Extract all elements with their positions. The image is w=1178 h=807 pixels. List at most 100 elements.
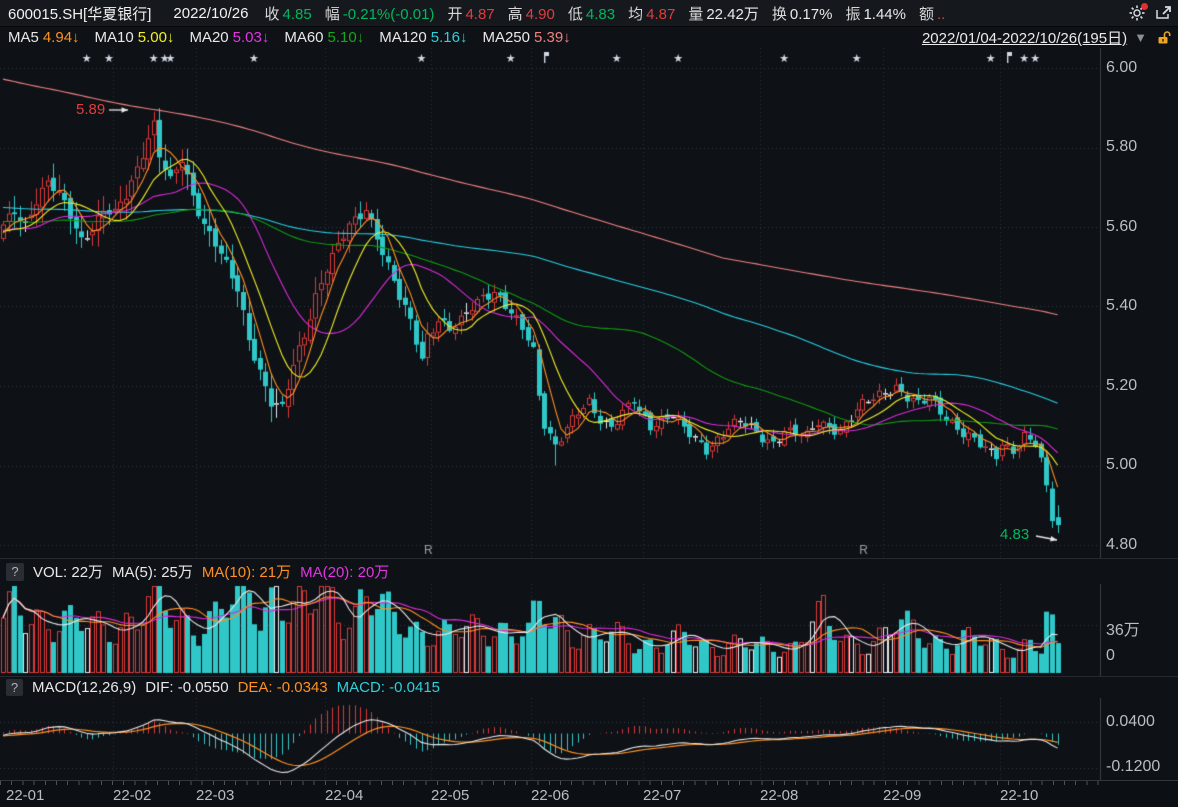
ma-legend-item: MA105.00↓ xyxy=(95,29,175,46)
volume-axis-zero: 0 xyxy=(1106,647,1115,665)
unlock-icon[interactable] xyxy=(1154,29,1172,47)
macd-axis-bottom: -0.1200 xyxy=(1106,758,1160,776)
month-label: 22-06 xyxy=(531,787,569,804)
ma-value: 5.39↓ xyxy=(534,29,571,46)
month-label: 22-08 xyxy=(760,787,798,804)
ma-label: MA60 xyxy=(284,29,323,46)
macd-canvas[interactable] xyxy=(0,698,1178,780)
month-label: 22-03 xyxy=(196,787,234,804)
volume-label-row: ? VOL: 22万 MA(5): 25万 MA(10): 21万 MA(20)… xyxy=(0,558,1178,584)
volume-ma20-label: MA(20): 20万 xyxy=(300,561,389,582)
quote-field: 低4.83 xyxy=(568,6,615,23)
ma-value: 5.10↓ xyxy=(328,29,365,46)
quote-field: 幅-0.21%(-0.01) xyxy=(325,6,435,23)
macd-pane: 0.0400 -0.1200 xyxy=(0,698,1178,780)
quote-field: 收4.85 xyxy=(264,6,311,23)
ma-legend-item: MA2505.39↓ xyxy=(482,29,570,46)
quote-field-value: 4.90 xyxy=(526,6,555,23)
quote-field: 量22.42万 xyxy=(688,6,759,23)
x-axis: 22-01 22-02 22-03 22-04 22-05 22-06 22-07 22-08… xyxy=(0,780,1178,807)
low-annotation: 4.83 xyxy=(1000,526,1029,543)
ma-legend-item: MA1205.16↓ xyxy=(379,29,467,46)
high-annotation: 5.89 xyxy=(76,101,105,118)
month-label: 22-10 xyxy=(1000,787,1038,804)
macd-dif-label: DIF: -0.0550 xyxy=(145,679,228,696)
quote-field-value: .. xyxy=(937,6,945,23)
quote-field-value: 1.44% xyxy=(863,6,906,23)
ma-value: 5.16↓ xyxy=(431,29,468,46)
quote-field-label: 量 xyxy=(688,6,703,23)
month-label: 22-04 xyxy=(325,787,363,804)
volume-canvas[interactable] xyxy=(0,584,1178,676)
ma-legend-bar: MA54.94↓ MA105.00↓ MA205.03↓ MA60 5.10↓ MA120… xyxy=(0,27,1178,48)
price-axis-label: 5.60 xyxy=(1106,218,1137,236)
date-range-selector[interactable]: 2022/01/04-2022/10/26(195日) xyxy=(922,27,1127,48)
quote-field-label: 换 xyxy=(772,6,787,23)
quote-field: 振1.44% xyxy=(845,6,906,23)
month-label: 22-05 xyxy=(431,787,469,804)
price-axis-label: 5.80 xyxy=(1106,138,1137,156)
volume-help-button[interactable]: ? xyxy=(6,563,24,581)
volume-ma10-label: MA(10): 21万 xyxy=(202,561,291,582)
quote-field: 开4.87 xyxy=(447,6,494,23)
date-range-box: 2022/01/04-2022/10/26(195日) ▼ xyxy=(922,27,1172,48)
quote-field-label: 均 xyxy=(628,6,643,23)
volume-pane: 36万 0 xyxy=(0,584,1178,676)
stock-chart-app: 600015.SH[华夏银行] 2022/10/26 收4.85 幅-0.21%(… xyxy=(0,0,1178,807)
ma-legend-item: MA205.03↓ xyxy=(189,29,269,46)
quote-fields: 收4.85幅-0.21%(-0.01)开4.87高4.90低4.83均4.87量… xyxy=(264,3,958,24)
quote-field-label: 收 xyxy=(264,6,279,23)
quote-field-value: 4.85 xyxy=(283,6,312,23)
quote-field-label: 低 xyxy=(568,6,583,23)
topbar-icons xyxy=(1128,4,1172,22)
price-axis-label: 6.00 xyxy=(1106,59,1137,77)
price-axis-label: 4.80 xyxy=(1106,536,1137,554)
volume-axis-top: 36万 xyxy=(1106,616,1140,640)
ma-label: MA120 xyxy=(379,29,427,46)
macd-help-button[interactable]: ? xyxy=(6,679,23,696)
ma-legend-items: MA54.94↓ MA105.00↓ MA205.03↓ MA60 5.10↓ MA120… xyxy=(8,29,586,46)
quote-bar: 600015.SH[华夏银行] 2022/10/26 收4.85 幅-0.21%(… xyxy=(0,0,1178,27)
quote-field-label: 幅 xyxy=(325,6,340,23)
ma-label: MA5 xyxy=(8,29,39,46)
price-axis-label: 5.00 xyxy=(1106,456,1137,474)
ma-label: MA10 xyxy=(95,29,134,46)
quote-field-label: 开 xyxy=(447,6,462,23)
quote-field-value: 0.17% xyxy=(790,6,833,23)
ma-value: 5.00↓ xyxy=(138,29,175,46)
ma-legend-item: MA54.94↓ xyxy=(8,29,80,46)
price-axis-label: 5.20 xyxy=(1106,377,1137,395)
quote-field-label: 振 xyxy=(845,6,860,23)
quote-field: 换0.17% xyxy=(772,6,833,23)
quote-field-value: -0.21%(-0.01) xyxy=(343,6,435,23)
quote-field: 均4.87 xyxy=(628,6,675,23)
notification-badge xyxy=(1141,3,1148,10)
candlestick-canvas[interactable] xyxy=(0,48,1178,558)
chevron-down-icon[interactable]: ▼ xyxy=(1134,30,1147,45)
macd-axis-top: 0.0400 xyxy=(1106,713,1155,731)
price-axis-label: 5.40 xyxy=(1106,297,1137,315)
symbol-title: 600015.SH[华夏银行] xyxy=(8,3,151,24)
quote-field-value: 22.42万 xyxy=(706,6,759,23)
macd-name-label: MACD(12,26,9) xyxy=(32,679,136,696)
month-label: 22-02 xyxy=(113,787,151,804)
quote-field: 高4.90 xyxy=(508,6,555,23)
main-chart-pane: 5.89 4.83 6.00 5.80 5.60 5.40 5.20 5.00 4.80 xyxy=(0,48,1178,558)
settings-gear-icon[interactable] xyxy=(1128,4,1146,22)
quote-date: 2022/10/26 xyxy=(173,5,248,22)
popout-window-icon[interactable] xyxy=(1154,4,1172,22)
quote-field-label: 高 xyxy=(508,6,523,23)
macd-dea-label: DEA: -0.0343 xyxy=(238,679,328,696)
volume-ma5-label: MA(5): 25万 xyxy=(112,561,193,582)
quote-field-value: 4.87 xyxy=(465,6,494,23)
macd-value-label: MACD: -0.0415 xyxy=(337,679,440,696)
ma-value: 4.94↓ xyxy=(43,29,80,46)
ma-value: 5.03↓ xyxy=(233,29,270,46)
month-label: 22-07 xyxy=(643,787,681,804)
quote-field-value: 4.87 xyxy=(646,6,675,23)
volume-value-label: VOL: 22万 xyxy=(33,561,103,582)
month-label: 22-01 xyxy=(6,787,44,804)
quote-field-label: 额 xyxy=(919,6,934,23)
ma-legend-item: MA60 5.10↓ xyxy=(284,29,364,46)
quote-field: 额.. xyxy=(919,6,945,23)
